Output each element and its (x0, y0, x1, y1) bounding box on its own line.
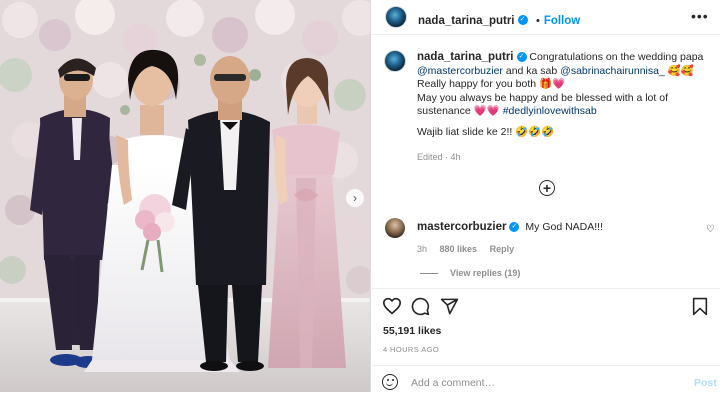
commenter-avatar[interactable] (385, 218, 405, 238)
mention-link[interactable]: @sabrinachairunnisa_ (560, 65, 665, 77)
add-comment-bar: Add a comment… Post (370, 365, 720, 393)
author-username[interactable]: nada_tarina_putri (418, 15, 515, 27)
author-avatar[interactable] (385, 6, 407, 28)
view-replies-button[interactable]: View replies (19) (450, 268, 520, 278)
post-caption: nada_tarina_putri ✓ Congratulations on th… (417, 51, 717, 140)
comment-meta: 3h 880 likes Reply (417, 244, 524, 254)
chevron-right-icon: › (353, 191, 357, 205)
comment-like-heart-icon[interactable]: ♡ (706, 224, 715, 235)
bookmark-icon[interactable] (692, 297, 708, 316)
caption-line-1: Congratulations on the wedding papa (529, 51, 704, 63)
comment-body: My God NADA!!! (525, 221, 604, 233)
caption-username[interactable]: nada_tarina_putri (417, 51, 514, 63)
post-time[interactable]: 4 HOURS AGO (383, 345, 439, 354)
caption-line-6: Wajib liat slide ke 2!! 🤣🤣🤣 (417, 125, 555, 138)
comment-age: 3h (417, 244, 428, 254)
emoji-icon[interactable] (382, 374, 398, 390)
replies-divider (420, 273, 438, 274)
caption-text: and ka sab (502, 64, 561, 77)
verified-badge-icon: ✓ (509, 222, 520, 233)
caption-emoji: 🥰🥰 (664, 64, 694, 77)
post-photo[interactable]: › (0, 0, 370, 392)
wedding-photo-image (0, 0, 370, 392)
follow-button[interactable]: Follow (544, 15, 580, 27)
heart-icon[interactable] (382, 297, 402, 315)
comment: mastercorbuzier ✓ My God NADA!!! (417, 221, 603, 233)
more-options-icon[interactable]: ••• (691, 8, 709, 24)
next-slide-button[interactable]: › (346, 189, 364, 207)
caption-line-4: May you always be happy and be blessed w… (417, 91, 668, 104)
reply-button[interactable]: Reply (490, 244, 515, 254)
paper-plane-icon[interactable] (440, 297, 459, 316)
comment-username[interactable]: mastercorbuzier (417, 221, 506, 233)
post-header: nada_tarina_putri ✓ • Follow ••• (371, 0, 720, 35)
mention-link[interactable]: @mastercorbuzier (417, 65, 503, 77)
edited-label: Edited · 4h (417, 152, 461, 162)
like-count[interactable]: 55,191 likes (383, 325, 441, 337)
plus-circle-icon[interactable]: + (539, 180, 555, 196)
comment-likes[interactable]: 880 likes (440, 244, 478, 254)
verified-badge-icon: ✓ (517, 14, 528, 25)
caption-line-5: sustenance 💗💗 (417, 105, 503, 118)
verified-badge-icon: ✓ (516, 52, 527, 63)
caption-line-3: Really happy for you both 🎁💗 (417, 78, 566, 91)
post-comment-button[interactable]: Post (694, 377, 717, 389)
caption-author-avatar[interactable] (384, 50, 406, 72)
separator-dot: • (535, 15, 540, 27)
comment-input[interactable]: Add a comment… (411, 377, 495, 389)
comment-icon[interactable] (411, 297, 430, 316)
hashtag-link[interactable]: #dedlyinlovewithsab (503, 105, 597, 117)
